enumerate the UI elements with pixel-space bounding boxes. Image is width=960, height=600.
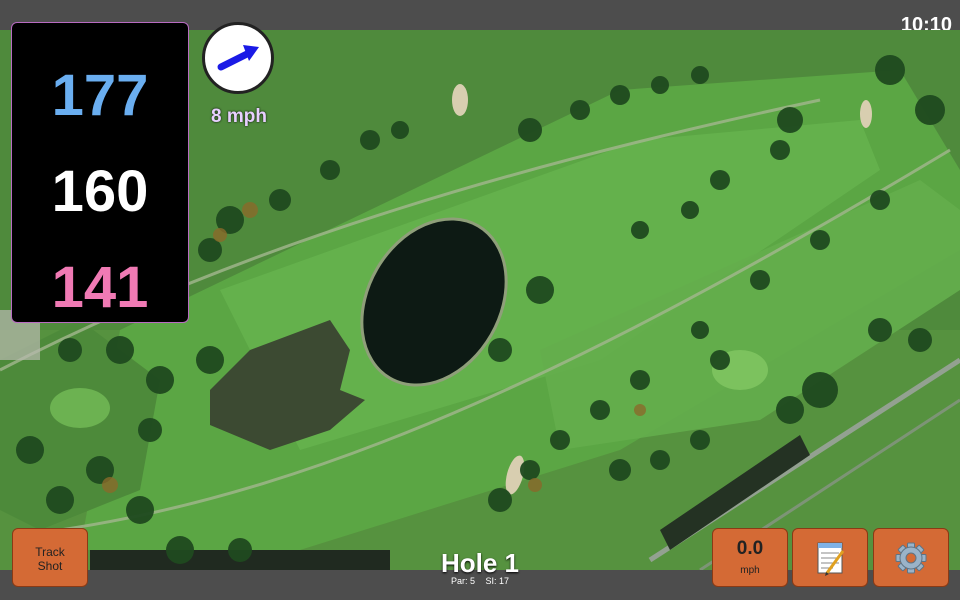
hole-info: Par: 5 SI: 17 bbox=[380, 576, 580, 586]
wind-indicator bbox=[202, 22, 274, 94]
wind-unit: mph bbox=[740, 565, 760, 576]
front-distance: 141 bbox=[51, 255, 149, 320]
track-shot-label: Track Shot bbox=[35, 545, 65, 573]
track-shot-button[interactable]: Track Shot bbox=[12, 528, 88, 587]
wind-adjust-button[interactable]: 0.0 mph bbox=[712, 528, 788, 587]
notes-button[interactable] bbox=[792, 528, 868, 587]
hole-par: Par: 5 bbox=[450, 576, 475, 586]
distance-panel: 177 160 141 bbox=[11, 22, 189, 323]
wind-speed-label: 8 mph bbox=[211, 106, 267, 127]
middle-distance: 160 bbox=[51, 159, 149, 224]
gear-icon bbox=[895, 542, 927, 574]
notepad-icon bbox=[817, 542, 845, 576]
hole-title: Hole 1 bbox=[440, 548, 520, 578]
hole-stroke-index: SI: 17 bbox=[485, 576, 510, 586]
wind-direction-arrow-icon bbox=[217, 45, 259, 71]
settings-button[interactable] bbox=[873, 528, 949, 587]
wind-value: 0.0 bbox=[736, 538, 764, 559]
back-distance: 177 bbox=[51, 63, 149, 128]
